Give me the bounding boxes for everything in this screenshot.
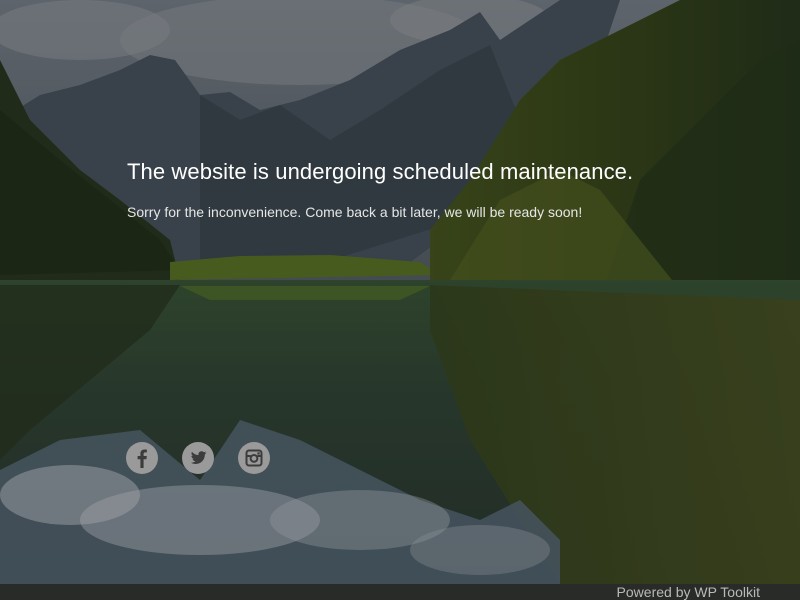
maintenance-subline: Sorry for the inconvenience. Come back a… xyxy=(127,204,583,220)
footer-bar: Powered by WP Toolkit xyxy=(0,584,800,600)
instagram-link[interactable] xyxy=(238,442,270,474)
twitter-link[interactable] xyxy=(182,442,214,474)
maintenance-message: The website is undergoing scheduled main… xyxy=(127,156,787,222)
social-links xyxy=(126,442,270,474)
twitter-icon xyxy=(190,451,207,464)
powered-by-text: Powered by WP Toolkit xyxy=(616,584,760,600)
facebook-icon xyxy=(137,449,147,468)
instagram-icon xyxy=(245,449,263,467)
facebook-link[interactable] xyxy=(126,442,158,474)
maintenance-page: The website is undergoing scheduled main… xyxy=(0,0,800,600)
background-landscape-image xyxy=(0,0,800,600)
maintenance-headline: The website is undergoing scheduled main… xyxy=(127,159,634,184)
